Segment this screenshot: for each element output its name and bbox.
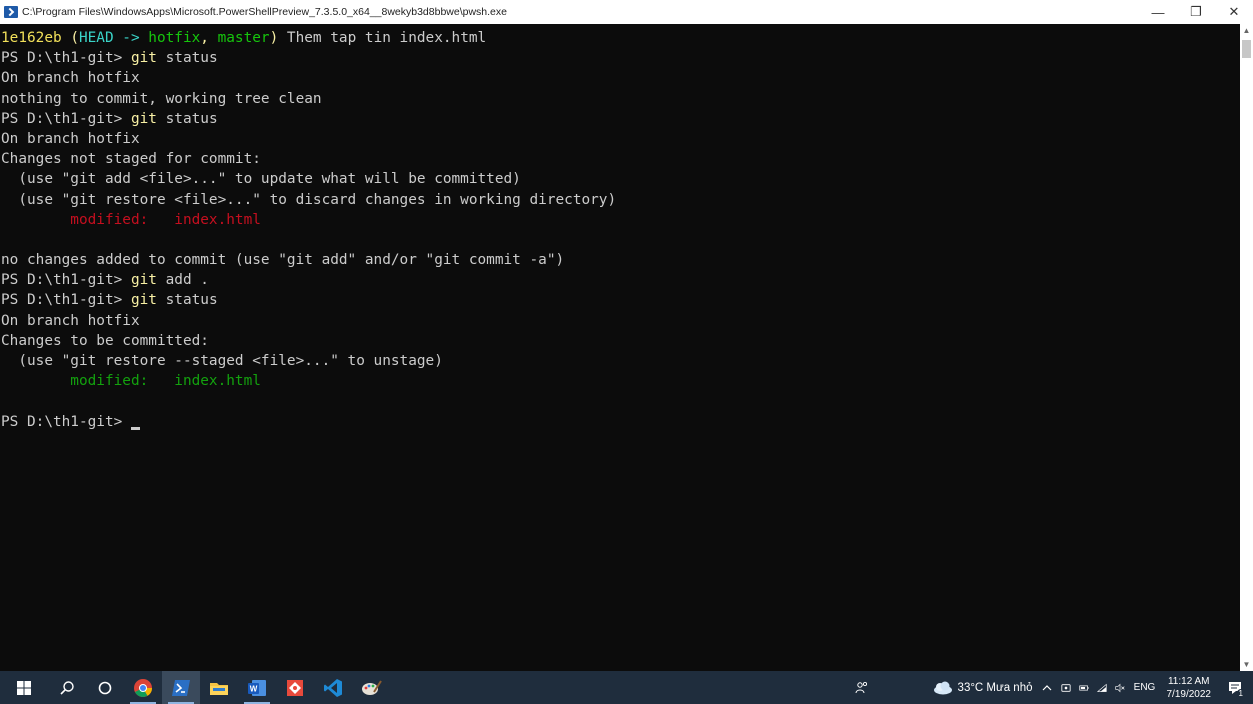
network-icon[interactable] bbox=[1093, 671, 1111, 704]
terminal-output[interactable]: 1e162eb (HEAD -> hotfix, master) Them ta… bbox=[0, 24, 1240, 671]
scroll-down-arrow-icon[interactable]: ▼ bbox=[1240, 658, 1253, 671]
terminal-line: PS D:\th1-git> git add . bbox=[0, 270, 1240, 290]
word-icon[interactable]: W bbox=[238, 671, 276, 704]
show-hidden-icons-chevron-icon[interactable] bbox=[1037, 671, 1057, 704]
weather-cloud-icon bbox=[933, 681, 952, 694]
search-icon[interactable] bbox=[48, 671, 86, 704]
minimize-button[interactable]: — bbox=[1139, 0, 1177, 24]
file-explorer-icon[interactable] bbox=[200, 671, 238, 704]
paint-icon[interactable] bbox=[352, 671, 390, 704]
terminal-text-segment: hotfix bbox=[148, 30, 201, 46]
windows-start-icon[interactable] bbox=[0, 671, 48, 704]
chrome-icon[interactable] bbox=[124, 671, 162, 704]
terminal-text-segment: , bbox=[200, 30, 218, 46]
terminal-text-segment: git bbox=[130, 272, 157, 289]
system-tray: 33°C Mưa nhỏ ENG 11:12 AM 7/19/2022 1 bbox=[845, 671, 1253, 704]
terminal-text-segment: status bbox=[156, 50, 218, 67]
terminal-line: PS D:\th1-git> bbox=[0, 412, 1240, 432]
terminal-line: On branch hotfix bbox=[0, 68, 1240, 88]
close-button[interactable]: ✕ bbox=[1215, 0, 1253, 24]
terminal-text-segment: PS D:\th1-git> bbox=[1, 413, 131, 430]
meet-now-icon[interactable] bbox=[1057, 671, 1075, 704]
notification-center-icon[interactable]: 1 bbox=[1217, 671, 1253, 704]
terminal-line: PS D:\th1-git> git status bbox=[0, 48, 1240, 68]
terminal-text-segment: add . bbox=[156, 272, 209, 289]
vscode-icon[interactable] bbox=[314, 671, 352, 704]
powershell-icon[interactable] bbox=[162, 671, 200, 704]
terminal-line: nothing to commit, working tree clean bbox=[0, 89, 1240, 109]
terminal-line: 1e162eb (HEAD -> hotfix, master) Them ta… bbox=[0, 28, 1240, 48]
terminal-text-segment: On branch hotfix bbox=[1, 130, 140, 147]
weather-widget[interactable]: 33°C Mưa nhỏ bbox=[929, 671, 1037, 704]
terminal-text-segment: PS D:\th1-git> bbox=[1, 292, 131, 309]
terminal-text-segment: HEAD -> bbox=[78, 30, 149, 46]
terminal-line: PS D:\th1-git> git status bbox=[0, 290, 1240, 310]
powershell-icon bbox=[4, 6, 18, 18]
terminal-text-segment: modified: index.html bbox=[1, 373, 261, 390]
terminal-line: Changes to be committed: bbox=[0, 331, 1240, 351]
weather-text: 33°C Mưa nhỏ bbox=[957, 681, 1033, 694]
scroll-thumb[interactable] bbox=[1242, 40, 1251, 58]
terminal-text-segment: PS D:\th1-git> bbox=[1, 50, 131, 67]
terminal-line: (use "git add <file>..." to update what … bbox=[0, 169, 1240, 189]
notification-count: 1 bbox=[1236, 689, 1245, 698]
terminal-line: Changes not staged for commit: bbox=[0, 149, 1240, 169]
terminal-text-segment: master bbox=[217, 30, 270, 46]
terminal-text-segment: PS D:\th1-git> bbox=[1, 110, 131, 127]
terminal-line: modified: index.html bbox=[0, 210, 1240, 230]
terminal-line: On branch hotfix bbox=[0, 129, 1240, 149]
terminal-text-segment: git bbox=[130, 50, 157, 67]
cortana-icon[interactable] bbox=[86, 671, 124, 704]
terminal-line: (use "git restore --staged <file>..." to… bbox=[0, 351, 1240, 371]
terminal-line: no changes added to commit (use "git add… bbox=[0, 250, 1240, 270]
terminal-text-segment: 1e162eb bbox=[1, 30, 62, 46]
clock-time: 11:12 AM bbox=[1167, 675, 1210, 687]
terminal-line: modified: index.html bbox=[0, 371, 1240, 391]
text-cursor bbox=[130, 426, 140, 430]
terminal-text-segment: (use "git restore <file>..." to discard … bbox=[1, 191, 617, 208]
vertical-scrollbar[interactable]: ▲ ▼ bbox=[1240, 24, 1253, 671]
terminal-text-segment: (use "git add <file>..." to update what … bbox=[1, 171, 521, 188]
terminal-text-segment: status bbox=[156, 292, 218, 309]
clock-date: 7/19/2022 bbox=[1166, 688, 1212, 700]
terminal-text-segment: Changes to be committed: bbox=[1, 332, 209, 349]
terminal-text-segment: no changes added to commit (use "git add… bbox=[1, 252, 565, 269]
maximize-button[interactable]: ❐ bbox=[1177, 0, 1215, 24]
taskbar: W 33°C Mưa nhỏ ENG 11:12 AM 7/19/2022 1 bbox=[0, 671, 1253, 704]
terminal-text-segment: On branch hotfix bbox=[1, 312, 140, 329]
terminal-text-segment: PS D:\th1-git> bbox=[1, 272, 131, 289]
battery-icon[interactable] bbox=[1075, 671, 1093, 704]
terminal-text-segment: (use "git restore --staged <file>..." to… bbox=[1, 353, 443, 369]
input-language[interactable]: ENG bbox=[1129, 671, 1161, 704]
svg-text:W: W bbox=[250, 684, 258, 693]
terminal-text-segment: ( bbox=[61, 30, 79, 46]
people-icon[interactable] bbox=[845, 671, 879, 704]
terminal-text-segment: status bbox=[156, 110, 218, 127]
title-bar: C:\Program Files\WindowsApps\Microsoft.P… bbox=[0, 0, 1253, 24]
window-controls: — ❐ ✕ bbox=[1139, 0, 1253, 24]
terminal-text-segment: git bbox=[130, 292, 157, 309]
scroll-up-arrow-icon[interactable]: ▲ bbox=[1240, 24, 1253, 37]
volume-muted-icon[interactable] bbox=[1111, 671, 1129, 704]
git-gui-icon[interactable] bbox=[276, 671, 314, 704]
window-title: C:\Program Files\WindowsApps\Microsoft.P… bbox=[22, 6, 507, 18]
terminal-line: On branch hotfix bbox=[0, 311, 1240, 331]
terminal-text-segment: git bbox=[130, 110, 157, 127]
terminal-text-segment: modified: index.html bbox=[1, 211, 261, 228]
terminal-text-segment: nothing to commit, working tree clean bbox=[1, 90, 322, 107]
clock[interactable]: 11:12 AM 7/19/2022 bbox=[1161, 675, 1218, 701]
terminal-line: (use "git restore <file>..." to discard … bbox=[0, 190, 1240, 210]
terminal-text-segment: On branch hotfix bbox=[1, 70, 140, 87]
terminal-text-segment: ) bbox=[269, 30, 279, 46]
terminal-text-segment: Them tap tin index.html bbox=[278, 30, 487, 46]
terminal-text-segment: Changes not staged for commit: bbox=[1, 151, 261, 168]
terminal-line: PS D:\th1-git> git status bbox=[0, 109, 1240, 129]
